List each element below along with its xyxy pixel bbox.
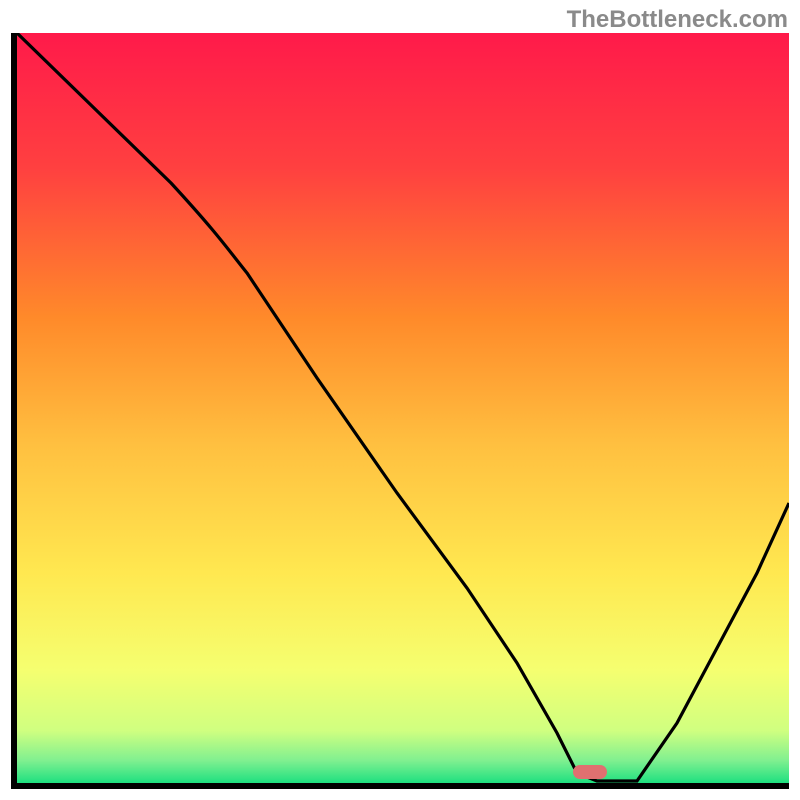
watermark-text: TheBottleneck.com <box>567 6 788 34</box>
optimal-marker <box>573 765 607 779</box>
chart-plot-area <box>11 33 789 789</box>
bottleneck-curve <box>17 33 789 783</box>
